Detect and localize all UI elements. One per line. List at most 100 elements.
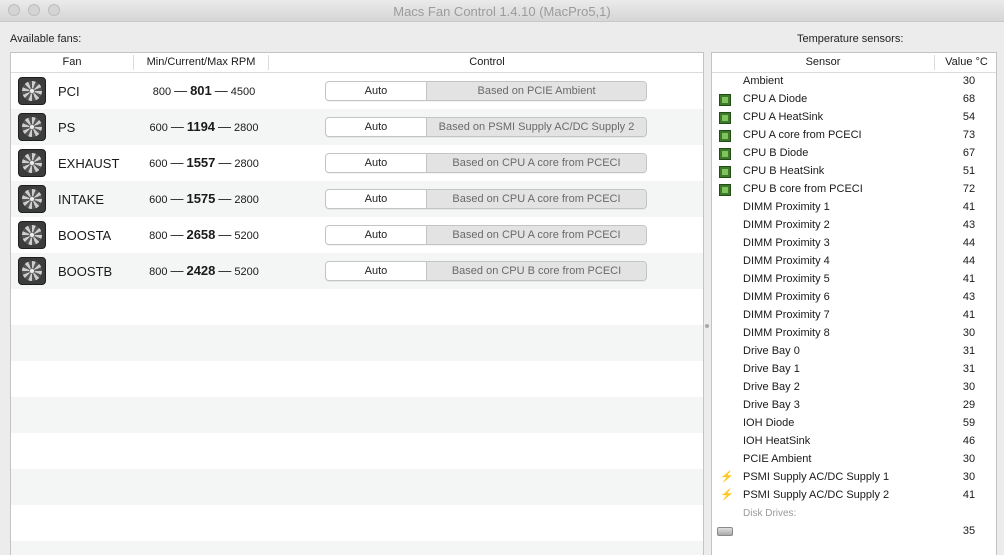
- power-bolt-icon: ⚡: [720, 471, 734, 483]
- rpm-separator: —: [218, 155, 232, 170]
- sensor-name: Ambient: [743, 75, 784, 87]
- sensor-name: DIMM Proximity 4: [743, 255, 830, 267]
- sensor-value: 41: [962, 489, 976, 501]
- fan-auto-button[interactable]: Auto: [326, 226, 427, 244]
- sensor-name: Drive Bay 2: [743, 381, 800, 393]
- sensor-row[interactable]: Drive Bay 0 31: [712, 343, 996, 361]
- cpu-chip-icon: [719, 148, 731, 160]
- sensor-row[interactable]: CPU A core from PCECI 73: [712, 127, 996, 145]
- fan-row: PCI 800—801—4500 Auto Based on PCIE Ambient: [11, 73, 703, 109]
- sensor-value: 72: [962, 183, 976, 195]
- sensor-row[interactable]: ⚡ PSMI Supply AC/DC Supply 1 30: [712, 469, 996, 487]
- fan-control-segmented: Auto Based on CPU A core from PCECI: [325, 225, 647, 245]
- sensor-row[interactable]: CPU B Diode 67: [712, 145, 996, 163]
- rpm-separator: —: [170, 155, 184, 170]
- fan-hub-shape: [29, 268, 35, 274]
- fan-auto-button[interactable]: Auto: [326, 118, 427, 136]
- fans-table-header: Fan Min/Current/Max RPM Control: [11, 53, 703, 73]
- sensor-row[interactable]: Drive Bay 1 31: [712, 361, 996, 379]
- fan-hub-shape: [29, 124, 35, 130]
- sensor-row[interactable]: DIMM Proximity 1 41: [712, 199, 996, 217]
- fan-max-rpm: 5200: [234, 230, 259, 242]
- fan-custom-button[interactable]: Based on PCIE Ambient: [427, 82, 646, 100]
- sensor-row[interactable]: IOH Diode 59: [712, 415, 996, 433]
- fan-max-rpm: 2800: [234, 122, 259, 134]
- sensor-row[interactable]: CPU B HeatSink 51: [712, 163, 996, 181]
- fans-table: Fan Min/Current/Max RPM Control PCI 800—8…: [10, 52, 704, 555]
- fan-control-segmented: Auto Based on CPU B core from PCECI: [325, 261, 647, 281]
- rpm-separator: —: [170, 227, 184, 242]
- rpm-separator: —: [218, 263, 232, 278]
- sensor-row[interactable]: DIMM Proximity 2 43: [712, 217, 996, 235]
- hard-disk-icon: [717, 527, 733, 536]
- fan-hub-shape: [29, 160, 35, 166]
- rpm-column-header[interactable]: Min/Current/Max RPM: [134, 56, 268, 68]
- control-column-header[interactable]: Control: [269, 56, 703, 68]
- rpm-separator: —: [218, 227, 232, 242]
- fan-name: EXHAUST: [58, 156, 120, 171]
- sensor-row[interactable]: DIMM Proximity 8 30: [712, 325, 996, 343]
- sensor-name: CPU A core from PCECI: [743, 129, 862, 141]
- fan-custom-button[interactable]: Based on CPU A core from PCECI: [427, 154, 646, 172]
- fan-custom-button[interactable]: Based on CPU B core from PCECI: [427, 262, 646, 280]
- sensor-name: IOH HeatSink: [743, 435, 811, 447]
- disk-sensor-row[interactable]: 35: [712, 523, 996, 541]
- fan-name: BOOSTB: [58, 264, 113, 279]
- fan-icon: [18, 185, 46, 213]
- sensor-row[interactable]: ⚡ PSMI Supply AC/DC Supply 2 41: [712, 487, 996, 505]
- sensor-row[interactable]: CPU B core from PCECI 72: [712, 181, 996, 199]
- sensor-value: 30: [962, 327, 976, 339]
- sensor-value: 46: [962, 435, 976, 447]
- sensor-row[interactable]: DIMM Proximity 3 44: [712, 235, 996, 253]
- fan-max-rpm: 5200: [234, 266, 259, 278]
- fan-hub-shape: [29, 196, 35, 202]
- cpu-chip-icon: [719, 166, 731, 178]
- sensor-row[interactable]: DIMM Proximity 6 43: [712, 289, 996, 307]
- fan-hub-shape: [29, 88, 35, 94]
- sensor-name: Drive Bay 0: [743, 345, 800, 357]
- fan-min-rpm: 800: [152, 86, 172, 98]
- sensor-column-header[interactable]: Sensor: [712, 56, 934, 68]
- fan-custom-button[interactable]: Based on PSMI Supply AC/DC Supply 2: [427, 118, 646, 136]
- sensor-name: DIMM Proximity 8: [743, 327, 830, 339]
- fan-icon: [18, 257, 46, 285]
- sensor-row[interactable]: Drive Bay 2 30: [712, 379, 996, 397]
- fan-auto-button[interactable]: Auto: [326, 82, 427, 100]
- sensor-row[interactable]: Ambient 30: [712, 73, 996, 91]
- cpu-chip-icon: [719, 130, 731, 142]
- fan-rpm-readout: 600—1575—2800: [134, 191, 274, 206]
- value-column-header[interactable]: Value °C: [935, 56, 996, 68]
- fan-auto-button[interactable]: Auto: [326, 190, 427, 208]
- sensor-value: 30: [962, 471, 976, 483]
- sensor-row[interactable]: PCIE Ambient 30: [712, 451, 996, 469]
- panel-splitter-handle[interactable]: [705, 324, 709, 330]
- fans-list: PCI 800—801—4500 Auto Based on PCIE Ambient…: [11, 73, 703, 555]
- fan-custom-button[interactable]: Based on CPU A core from PCECI: [427, 190, 646, 208]
- sensors-section-label: Temperature sensors:: [797, 33, 904, 45]
- sensor-name: IOH Diode: [743, 417, 795, 429]
- sensor-value: 54: [962, 111, 976, 123]
- cpu-chip-icon: [719, 94, 731, 106]
- sensor-name: Drive Bay 3: [743, 399, 800, 411]
- fan-hub-shape: [29, 232, 35, 238]
- sensor-row[interactable]: Drive Bay 3 29: [712, 397, 996, 415]
- sensor-value: 43: [962, 291, 976, 303]
- window-titlebar: Macs Fan Control 1.4.10 (MacPro5,1): [0, 0, 1004, 22]
- fan-custom-button[interactable]: Based on CPU A core from PCECI: [427, 226, 646, 244]
- fan-column-header[interactable]: Fan: [11, 56, 133, 68]
- sensor-row[interactable]: DIMM Proximity 4 44: [712, 253, 996, 271]
- fan-auto-button[interactable]: Auto: [326, 154, 427, 172]
- sensor-row[interactable]: IOH HeatSink 46: [712, 433, 996, 451]
- sensor-row[interactable]: CPU A HeatSink 54: [712, 109, 996, 127]
- fan-control-segmented: Auto Based on PSMI Supply AC/DC Supply 2: [325, 117, 647, 137]
- fan-auto-button[interactable]: Auto: [326, 262, 427, 280]
- rpm-separator: —: [170, 263, 184, 278]
- fan-row: INTAKE 600—1575—2800 Auto Based on CPU A co…: [11, 181, 703, 217]
- empty-row: [11, 541, 703, 555]
- sensors-table: Sensor Value °C Ambient 30 CPU A Diode 68 CP…: [711, 52, 997, 555]
- sensor-row[interactable]: DIMM Proximity 7 41: [712, 307, 996, 325]
- sensor-row[interactable]: CPU A Diode 68: [712, 91, 996, 109]
- sensor-name: DIMM Proximity 7: [743, 309, 830, 321]
- sensor-name: Drive Bay 1: [743, 363, 800, 375]
- sensor-row[interactable]: DIMM Proximity 5 41: [712, 271, 996, 289]
